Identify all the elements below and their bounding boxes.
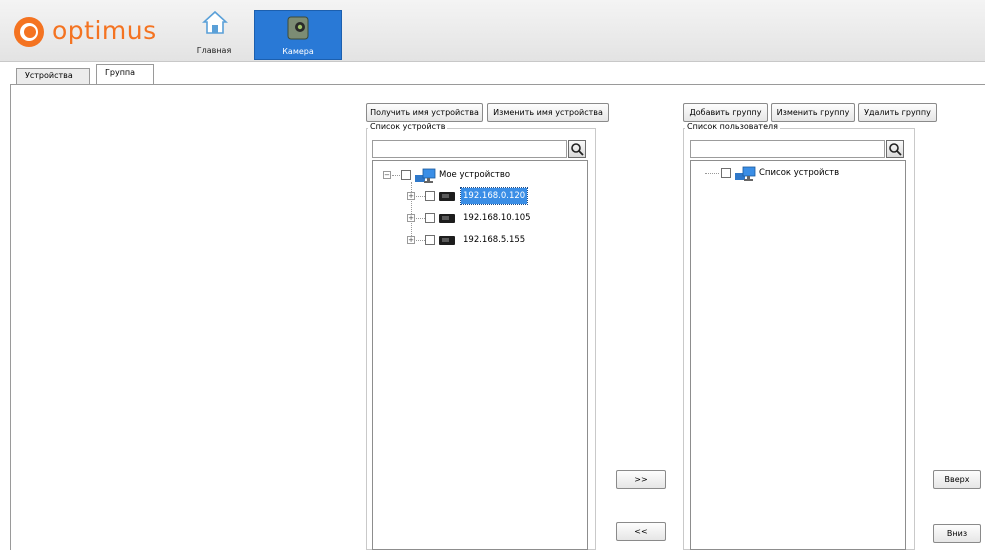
- delete-group-button[interactable]: Удалить группу: [858, 103, 937, 122]
- root-checkbox[interactable]: [401, 170, 411, 180]
- dvr-device-icon: [439, 214, 455, 223]
- nav-camera-label: Камера: [282, 47, 314, 56]
- user-group-tree[interactable]: Список устройств: [690, 160, 906, 550]
- nav-camera-button[interactable]: Камера: [254, 10, 342, 60]
- search-icon: [571, 143, 584, 156]
- tree-root-label: Мое устройство: [439, 170, 511, 180]
- expand-icon[interactable]: +: [407, 236, 415, 244]
- tree-root-my-device[interactable]: − Мое устройство: [381, 167, 581, 183]
- move-up-button[interactable]: Вверх: [933, 470, 981, 489]
- tree-root-device-list[interactable]: Список устройств: [705, 165, 895, 181]
- root-checkbox[interactable]: [721, 168, 731, 178]
- nav-home-label: Главная: [196, 46, 232, 55]
- user-search-input[interactable]: [690, 140, 885, 158]
- move-down-button[interactable]: Вниз: [933, 524, 981, 543]
- tab-bar: Устройства Группа: [10, 64, 985, 84]
- device-list-title: Список устройств: [368, 122, 448, 131]
- collapse-icon[interactable]: −: [383, 171, 391, 179]
- device-search-input[interactable]: [372, 140, 567, 158]
- tree-device-item[interactable]: + 192.168.0.120: [407, 187, 587, 205]
- remove-from-group-button[interactable]: <<: [616, 522, 666, 541]
- dvr-device-icon: [439, 192, 455, 201]
- device-tree[interactable]: − Мое устройство + 192.168.0.120 + 192.1…: [372, 160, 588, 550]
- user-search-button[interactable]: [886, 140, 904, 158]
- device-search: [372, 140, 588, 158]
- device-search-button[interactable]: [568, 140, 586, 158]
- tree-device-item[interactable]: + 192.168.10.105: [407, 210, 587, 226]
- logo-text: optimus: [52, 16, 157, 45]
- add-group-button[interactable]: Добавить группу: [683, 103, 768, 122]
- device-checkbox[interactable]: [425, 235, 435, 245]
- home-icon: [202, 10, 228, 34]
- get-device-name-button[interactable]: Получить имя устройства: [366, 103, 483, 122]
- device-ip-label: 192.168.0.120: [459, 187, 529, 205]
- rename-device-button[interactable]: Изменить имя устройства: [487, 103, 609, 122]
- add-to-group-button[interactable]: >>: [616, 470, 666, 489]
- computer-network-icon: [415, 168, 436, 183]
- panel-left-border: [10, 84, 11, 550]
- device-ip-label: 192.168.5.155: [463, 235, 526, 245]
- search-icon: [889, 143, 902, 156]
- tree-device-item[interactable]: + 192.168.5.155: [407, 232, 587, 248]
- user-list-title: Список пользователя: [685, 122, 780, 131]
- tab-divider: [10, 84, 985, 85]
- device-checkbox[interactable]: [425, 191, 435, 201]
- tab-group[interactable]: Группа: [96, 64, 154, 84]
- tab-devices[interactable]: Устройства: [16, 68, 90, 84]
- nav-home-button[interactable]: Главная: [184, 8, 244, 60]
- expand-icon[interactable]: +: [407, 192, 415, 200]
- computer-network-icon: [735, 166, 756, 181]
- expand-icon[interactable]: +: [407, 214, 415, 222]
- edit-group-button[interactable]: Изменить группу: [771, 103, 855, 122]
- optimus-logo-icon: [14, 17, 44, 47]
- tree-root-label: Список устройств: [759, 168, 840, 178]
- top-bar: optimus Главная Камера: [0, 0, 985, 62]
- camera-icon: [287, 16, 309, 40]
- user-search: [690, 140, 906, 158]
- dvr-device-icon: [439, 236, 455, 245]
- device-ip-label: 192.168.10.105: [463, 213, 531, 223]
- device-checkbox[interactable]: [425, 213, 435, 223]
- logo: optimus: [14, 14, 174, 50]
